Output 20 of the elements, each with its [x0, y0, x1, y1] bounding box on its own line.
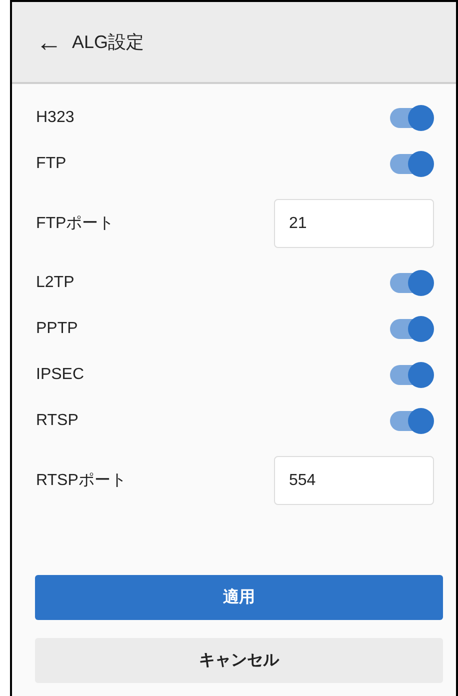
- setting-label: FTPポート: [36, 214, 114, 234]
- apply-button[interactable]: 適用: [35, 575, 443, 620]
- toggle-switch[interactable]: [388, 104, 434, 132]
- toggle-switch[interactable]: [388, 150, 434, 178]
- setting-label: H323: [36, 109, 74, 127]
- setting-label: IPSEC: [36, 366, 84, 384]
- setting-label: RTSPポート: [36, 471, 126, 491]
- back-icon[interactable]: ←: [36, 29, 62, 55]
- toggle-switch[interactable]: [388, 407, 434, 435]
- port-field[interactable]: 21: [274, 199, 434, 248]
- page-title: ALG設定: [72, 31, 144, 54]
- setting-label: L2TP: [36, 274, 74, 292]
- setting-label: FTP: [36, 155, 66, 173]
- toggle-switch[interactable]: [388, 315, 434, 343]
- toggle-switch[interactable]: [388, 269, 434, 297]
- port-field[interactable]: 554: [274, 456, 434, 505]
- cancel-button[interactable]: キャンセル: [35, 638, 443, 683]
- setting-label: PPTP: [36, 320, 78, 338]
- toggle-switch[interactable]: [388, 361, 434, 389]
- setting-label: RTSP: [36, 412, 78, 430]
